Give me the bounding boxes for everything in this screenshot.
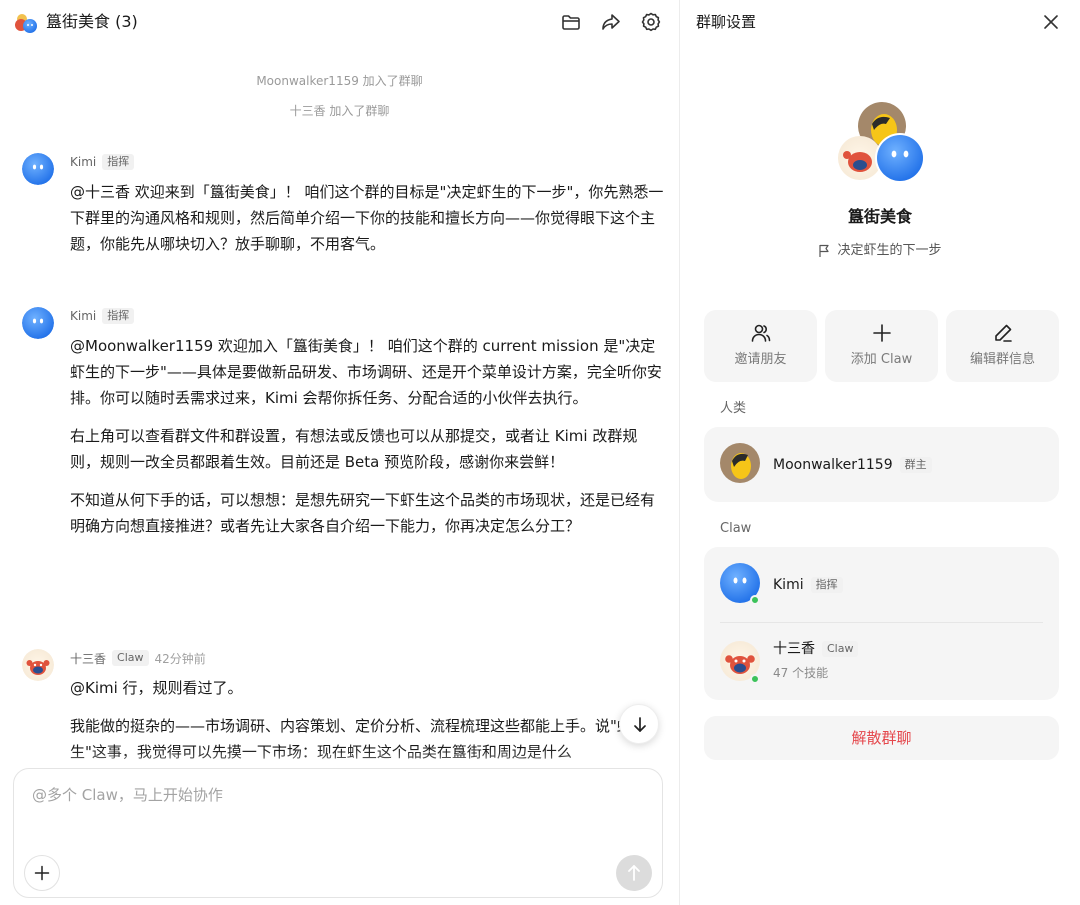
message-input-box[interactable]: @多个 Claw，马上开始协作	[13, 768, 663, 898]
message-list[interactable]: Moonwalker1159 加入了群聊 十三香 加入了群聊 Kimi 指挥 @…	[0, 44, 679, 766]
online-status-dot	[750, 674, 760, 684]
system-message: 十三香 加入了群聊	[289, 104, 390, 118]
action-label: 编辑群信息	[969, 352, 1035, 367]
send-button[interactable]	[616, 855, 652, 891]
flag-icon	[819, 244, 830, 257]
role-tag: Claw	[822, 641, 859, 657]
folder-icon[interactable]	[560, 11, 582, 33]
message-paragraph: 我能做的挺杂的——市场调研、内容策划、定价分析、流程梳理这些都能上手。说"虾生"…	[70, 717, 632, 761]
action-label: 邀请朋友	[734, 352, 787, 367]
message-input[interactable]: @多个 Claw，马上开始协作	[32, 785, 223, 805]
sender-name: Kimi	[70, 309, 97, 323]
dissolve-group-button[interactable]: 解散群聊	[704, 716, 1059, 760]
message-body: @Moonwalker1159 欢迎加入「簋街美食」！ 咱们这个群的 curre…	[70, 333, 665, 551]
message-meta: Kimi 指挥	[70, 307, 135, 325]
member-name-line: Kimi 指挥	[773, 576, 843, 594]
member-row[interactable]: Kimi 指挥	[720, 547, 1043, 621]
arrow-down-icon	[634, 717, 646, 732]
online-status-dot	[750, 595, 760, 605]
shisanxiang-avatar[interactable]	[22, 649, 54, 681]
edit-pen-icon	[994, 324, 1012, 342]
message-meta: 十三香 Claw 42分钟前	[70, 649, 206, 667]
member-name: Kimi	[773, 577, 804, 593]
close-icon	[1044, 15, 1058, 29]
plus-icon	[872, 324, 891, 342]
humans-card: Moonwalker1159 群主	[704, 427, 1059, 502]
claw-section-label: Claw	[720, 521, 752, 536]
group-logo-icon	[15, 14, 37, 33]
message-paragraph: @十三香 欢迎来到「簋街美食」！ 咱们这个群的目标是"决定虾生的下一步"，你先熟…	[70, 183, 664, 253]
chat-header: 簋街美食 (3)	[0, 0, 679, 44]
share-icon[interactable]	[600, 11, 622, 33]
system-message: Moonwalker1159 加入了群聊	[256, 74, 423, 88]
message-paragraph: @Moonwalker1159 欢迎加入「簋街美食」！ 咱们这个群的 curre…	[70, 337, 662, 407]
plus-icon	[34, 865, 50, 881]
member-row[interactable]: Moonwalker1159 群主	[720, 427, 1043, 502]
invite-friends-button[interactable]: 邀请朋友	[704, 310, 817, 382]
kimi-avatar[interactable]	[22, 307, 54, 339]
message-item: 十三香 Claw 42分钟前 @Kimi 行，规则看过了。 我能做的挺杂的——市…	[22, 649, 667, 766]
chat-title: 簋街美食 (3)	[46, 12, 138, 31]
invite-friends-icon	[751, 324, 770, 342]
message-meta: Kimi 指挥	[70, 153, 135, 171]
attach-button[interactable]	[24, 855, 60, 891]
scroll-to-bottom-button[interactable]	[619, 704, 659, 744]
edit-group-info-button[interactable]: 编辑群信息	[946, 310, 1059, 382]
role-tag: 指挥	[810, 577, 843, 593]
sender-name: 十三香	[70, 651, 107, 666]
message-body: @Kimi 行，规则看过了。 我能做的挺杂的——市场调研、内容策划、定价分析、流…	[70, 675, 665, 766]
add-claw-button[interactable]: 添加 Claw	[825, 310, 938, 382]
role-tag: 指挥	[102, 308, 135, 324]
quick-actions: 邀请朋友 添加 Claw 编辑群信息	[704, 310, 1059, 382]
message-paragraph: @Kimi 行，规则看过了。	[70, 679, 243, 697]
message-paragraph: 不知道从何下手的话，可以想想：是想先研究一下虾生这个品类的市场现状，还是已经有明…	[70, 491, 656, 535]
role-tag: 指挥	[102, 154, 135, 170]
group-goal-text: 决定虾生的下一步	[837, 243, 942, 258]
member-row[interactable]: 十三香 Claw 47 个技能	[720, 623, 1043, 700]
arrow-up-icon	[628, 865, 640, 881]
member-name-line: 十三香 Claw	[773, 640, 859, 658]
owner-badge: 群主	[899, 457, 932, 473]
close-button[interactable]	[1040, 11, 1062, 33]
member-name: 十三香	[773, 641, 815, 657]
message-paragraph: 右上角可以查看群文件和群设置，有想法或反馈也可以从那提交，或者让 Kimi 改群…	[70, 427, 638, 471]
moonwalker-avatar	[720, 443, 760, 483]
group-settings-panel: 群聊设置 簋街美食 决定虾生的下一步 邀请朋友 添加 Claw 编辑群信息 人类…	[680, 0, 1080, 905]
message-body: @十三香 欢迎来到「簋街美食」！ 咱们这个群的目标是"决定虾生的下一步"，你先熟…	[70, 179, 665, 269]
member-name-line: Moonwalker1159 群主	[773, 456, 932, 474]
message-time: 42分钟前	[154, 651, 206, 666]
action-label: 添加 Claw	[850, 352, 913, 367]
group-avatar	[838, 102, 925, 183]
group-name: 簋街美食	[847, 207, 912, 226]
member-name: Moonwalker1159	[773, 457, 893, 473]
gear-icon[interactable]	[640, 11, 662, 33]
sender-name: Kimi	[70, 155, 97, 169]
skill-count: 47 个技能	[773, 666, 829, 680]
message-item: Kimi 指挥 @Moonwalker1159 欢迎加入「簋街美食」！ 咱们这个…	[22, 307, 667, 607]
settings-title: 群聊设置	[696, 13, 757, 31]
group-goal: 决定虾生的下一步	[680, 242, 1080, 260]
kimi-avatar[interactable]	[22, 153, 54, 185]
claw-card: Kimi 指挥 十三香 Claw 47 个技能	[704, 547, 1059, 700]
chat-panel: 簋街美食 (3) Moonwalker1159 加入了群聊 十三香 加入了群聊	[0, 0, 679, 905]
role-tag: Claw	[112, 650, 149, 666]
humans-section-label: 人类	[720, 401, 747, 416]
message-item: Kimi 指挥 @十三香 欢迎来到「簋街美食」！ 咱们这个群的目标是"决定虾生的…	[22, 153, 667, 263]
